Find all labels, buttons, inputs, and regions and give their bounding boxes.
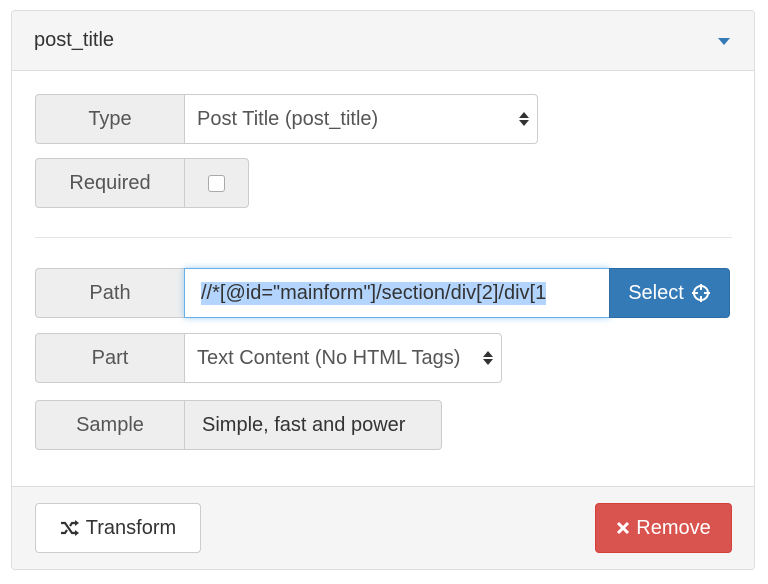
path-label: Path bbox=[35, 268, 185, 318]
times-icon bbox=[616, 521, 630, 535]
crosshairs-icon bbox=[691, 283, 711, 303]
select-button-label: Select bbox=[628, 281, 684, 304]
part-label: Part bbox=[35, 333, 185, 383]
required-checkbox-cell bbox=[184, 158, 249, 208]
panel-title: post_title bbox=[34, 29, 115, 51]
sample-value-box: Simple, fast and power bbox=[184, 400, 442, 450]
caret-down-icon[interactable] bbox=[718, 38, 730, 45]
remove-button[interactable]: Remove bbox=[595, 503, 732, 553]
remove-button-label: Remove bbox=[636, 516, 711, 539]
sample-value: Simple, fast and power bbox=[202, 413, 406, 436]
type-select[interactable]: Post Title (post_title) bbox=[184, 94, 538, 144]
type-select-value: Post Title (post_title) bbox=[197, 107, 379, 130]
panel-footer: Transform Remove bbox=[12, 486, 754, 569]
part-select-value: Text Content (No HTML Tags) bbox=[197, 346, 461, 369]
select-arrows-icon bbox=[519, 112, 529, 126]
transform-button-label: Transform bbox=[85, 516, 177, 539]
random-icon bbox=[60, 519, 80, 537]
sample-label: Sample bbox=[35, 400, 185, 450]
transform-button[interactable]: Transform bbox=[35, 503, 201, 553]
panel-heading[interactable]: post_title bbox=[12, 11, 754, 71]
field-panel: post_title Type Post Title (post_title) … bbox=[11, 10, 755, 570]
required-checkbox[interactable] bbox=[208, 174, 225, 192]
part-select[interactable]: Text Content (No HTML Tags) bbox=[184, 333, 502, 383]
select-button[interactable]: Select bbox=[609, 268, 730, 318]
path-input-value: //*[@id="mainform"]/section/div[2]/div[1 bbox=[201, 281, 547, 305]
select-arrows-icon bbox=[483, 351, 493, 365]
divider bbox=[35, 237, 732, 238]
type-label: Type bbox=[35, 94, 185, 144]
required-label: Required bbox=[35, 158, 185, 208]
path-input[interactable]: //*[@id="mainform"]/section/div[2]/div[1 bbox=[184, 268, 610, 318]
